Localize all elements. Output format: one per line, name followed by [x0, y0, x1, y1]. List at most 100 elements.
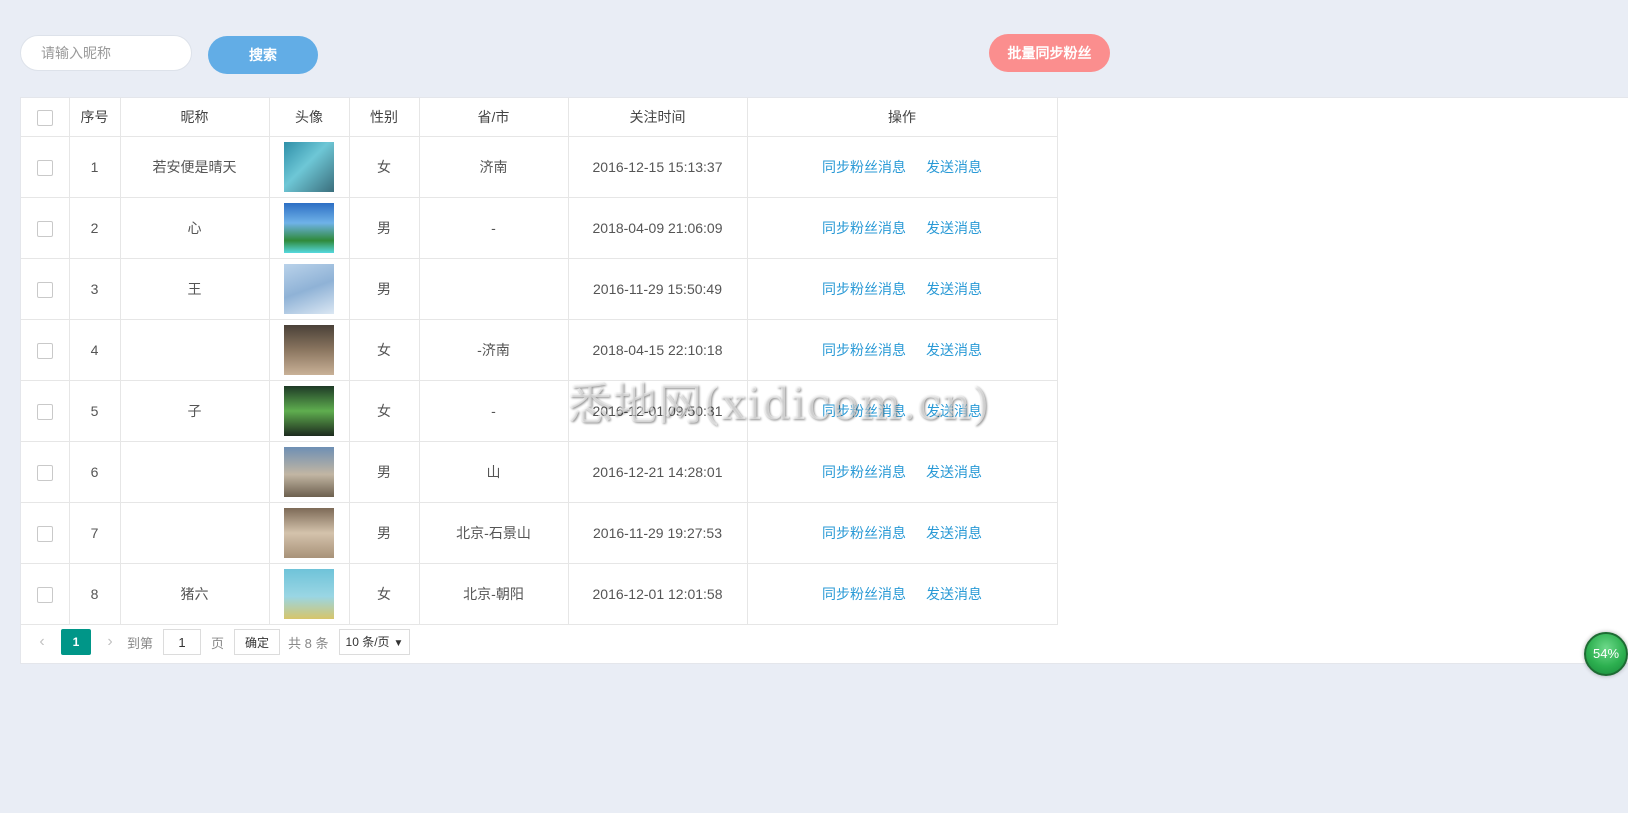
- row-checkbox[interactable]: [36, 220, 53, 237]
- sync-fan-message-link[interactable]: 同步粉丝消息: [822, 220, 906, 236]
- row-nickname: [120, 441, 270, 503]
- send-message-link[interactable]: 发送消息: [926, 525, 982, 541]
- row-index: 3: [69, 258, 121, 320]
- row-gender: 男: [349, 197, 420, 259]
- row-select-cell: [21, 441, 70, 503]
- avatar: [284, 569, 334, 619]
- page-size-select[interactable]: 10 条/页 ▼: [338, 629, 411, 655]
- avatar: [284, 325, 334, 375]
- row-actions: 同步粉丝消息 发送消息: [747, 258, 1058, 320]
- select-all-checkbox[interactable]: [36, 109, 53, 126]
- row-checkbox[interactable]: [36, 281, 53, 298]
- table-row: 1 若安便是晴天 女 济南 2016-12-15 15:13:37 同步粉丝消息…: [21, 136, 1058, 198]
- avatar: [284, 447, 334, 497]
- row-index: 2: [69, 197, 121, 259]
- row-avatar-cell: [269, 136, 350, 198]
- row-avatar-cell: [269, 258, 350, 320]
- row-nickname: 王: [120, 258, 270, 320]
- table-row: 6 男 山 2016-12-21 14:28:01 同步粉丝消息 发送消息: [21, 441, 1058, 503]
- send-message-link[interactable]: 发送消息: [926, 586, 982, 602]
- row-follow-time: 2016-12-01 09:50:31: [568, 380, 748, 442]
- row-actions: 同步粉丝消息 发送消息: [747, 319, 1058, 381]
- row-nickname: 心: [120, 197, 270, 259]
- row-avatar-cell: [269, 502, 350, 564]
- row-index: 7: [69, 502, 121, 564]
- sync-fan-message-link[interactable]: 同步粉丝消息: [822, 281, 906, 297]
- table-row: 8 猪六 女 北京-朝阳 2016-12-01 12:01:58 同步粉丝消息 发…: [21, 563, 1058, 625]
- sync-fan-message-link[interactable]: 同步粉丝消息: [822, 464, 906, 480]
- row-nickname: 子: [120, 380, 270, 442]
- goto-confirm-button[interactable]: 确定: [234, 629, 281, 655]
- row-select-cell: [21, 197, 70, 259]
- row-nickname: 若安便是晴天: [120, 136, 270, 198]
- progress-ball[interactable]: 54%: [1584, 632, 1628, 676]
- row-nickname: 猪六: [120, 563, 270, 625]
- row-gender: 男: [349, 258, 420, 320]
- row-avatar-cell: [269, 319, 350, 381]
- row-checkbox[interactable]: [36, 403, 53, 420]
- row-actions: 同步粉丝消息 发送消息: [747, 136, 1058, 198]
- row-follow-time: 2016-12-01 12:01:58: [568, 563, 748, 625]
- header-avatar: 头像: [269, 98, 350, 137]
- goto-label: 到第: [127, 635, 154, 651]
- row-region: 山: [419, 441, 569, 503]
- next-page-icon[interactable]: ›: [99, 633, 121, 651]
- sync-fan-message-link[interactable]: 同步粉丝消息: [822, 342, 906, 358]
- row-select-cell: [21, 563, 70, 625]
- row-follow-time: 2016-11-29 15:50:49: [568, 258, 748, 320]
- row-checkbox[interactable]: [36, 159, 53, 176]
- caret-down-icon: ▼: [393, 638, 404, 649]
- sync-fan-message-link[interactable]: 同步粉丝消息: [822, 159, 906, 175]
- pagination: ‹ 1 › 到第 页 确定 共 8 条 10 条/页▼: [21, 622, 411, 662]
- header-select-all: [21, 98, 70, 137]
- row-select-cell: [21, 380, 70, 442]
- row-checkbox[interactable]: [36, 464, 53, 481]
- sync-fan-message-link[interactable]: 同步粉丝消息: [822, 525, 906, 541]
- row-checkbox[interactable]: [36, 525, 53, 542]
- row-avatar-cell: [269, 441, 350, 503]
- table-row: 5 子 女 - 2016-12-01 09:50:31 同步粉丝消息 发送消息: [21, 380, 1058, 442]
- row-select-cell: [21, 136, 70, 198]
- row-gender: 男: [349, 441, 420, 503]
- goto-page-input[interactable]: [163, 629, 202, 655]
- sync-fan-message-link[interactable]: 同步粉丝消息: [822, 403, 906, 419]
- page-1-button[interactable]: 1: [61, 629, 91, 655]
- row-index: 1: [69, 136, 121, 198]
- row-actions: 同步粉丝消息 发送消息: [747, 441, 1058, 503]
- row-index: 6: [69, 441, 121, 503]
- send-message-link[interactable]: 发送消息: [926, 342, 982, 358]
- page: 搜索 批量同步粉丝 序号 昵称 头像 性别 省/市: [0, 0, 1628, 813]
- row-avatar-cell: [269, 563, 350, 625]
- send-message-link[interactable]: 发送消息: [926, 159, 982, 175]
- fans-table: 序号 昵称 头像 性别 省/市 关注时间 操作 1 若安便是晴天 女 济南 20…: [21, 98, 1058, 625]
- send-message-link[interactable]: 发送消息: [926, 281, 982, 297]
- header-gender: 性别: [349, 98, 420, 137]
- nickname-search-input[interactable]: [20, 35, 192, 71]
- row-region: [419, 258, 569, 320]
- prev-page-icon[interactable]: ‹: [31, 633, 53, 651]
- table-row: 2 心 男 - 2018-04-09 21:06:09 同步粉丝消息 发送消息: [21, 197, 1058, 259]
- row-avatar-cell: [269, 197, 350, 259]
- row-select-cell: [21, 319, 70, 381]
- row-region: 北京-石景山: [419, 502, 569, 564]
- batch-sync-fans-button[interactable]: 批量同步粉丝: [989, 34, 1110, 72]
- sync-fan-message-link[interactable]: 同步粉丝消息: [822, 586, 906, 602]
- send-message-link[interactable]: 发送消息: [926, 403, 982, 419]
- avatar: [284, 142, 334, 192]
- row-actions: 同步粉丝消息 发送消息: [747, 197, 1058, 259]
- send-message-link[interactable]: 发送消息: [926, 464, 982, 480]
- avatar: [284, 264, 334, 314]
- row-gender: 女: [349, 319, 420, 381]
- row-checkbox[interactable]: [36, 586, 53, 603]
- row-checkbox[interactable]: [36, 342, 53, 359]
- header-follow-time: 关注时间: [568, 98, 748, 137]
- header-actions: 操作: [747, 98, 1058, 137]
- row-region: 北京-朝阳: [419, 563, 569, 625]
- row-follow-time: 2016-12-21 14:28:01: [568, 441, 748, 503]
- row-index: 8: [69, 563, 121, 625]
- send-message-link[interactable]: 发送消息: [926, 220, 982, 236]
- row-actions: 同步粉丝消息 发送消息: [747, 502, 1058, 564]
- table-header-row: 序号 昵称 头像 性别 省/市 关注时间 操作: [21, 98, 1058, 137]
- search-button[interactable]: 搜索: [208, 36, 318, 74]
- row-gender: 男: [349, 502, 420, 564]
